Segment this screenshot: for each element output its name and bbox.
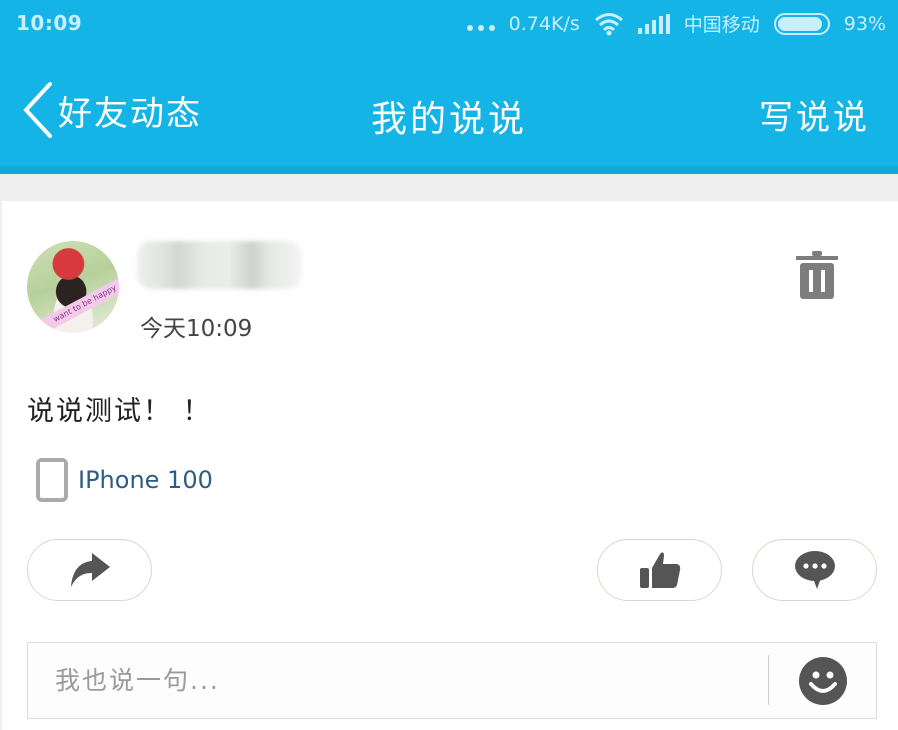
- comment-input[interactable]: [28, 643, 768, 717]
- wifi-icon: [594, 12, 623, 35]
- avatar-caption: want to be happy: [37, 274, 119, 333]
- battery-level: 93%: [843, 12, 886, 35]
- trash-icon: [796, 251, 838, 299]
- avatar[interactable]: want to be happy: [27, 241, 119, 333]
- comment-bubble-icon: [794, 551, 835, 589]
- back-button[interactable]: 好友动态: [20, 80, 202, 140]
- post-content: 说说测试！ ！: [27, 396, 212, 427]
- back-label: 好友动态: [58, 93, 202, 134]
- comment-button[interactable]: [752, 539, 877, 601]
- write-post-button[interactable]: 写说说: [759, 90, 870, 139]
- header-shadow: [0, 166, 898, 174]
- smiley-icon: [799, 657, 847, 705]
- comment-divider: [768, 655, 769, 705]
- signal-icon: [637, 13, 670, 34]
- share-icon: [70, 553, 110, 587]
- like-button[interactable]: [597, 539, 722, 601]
- comment-bar: [27, 642, 877, 719]
- status-time: 10:09: [16, 11, 83, 35]
- post-card: want to be happy 今天10:09 说说测试！ ！ IPhone …: [0, 201, 898, 730]
- device-label[interactable]: IPhone 100: [78, 466, 213, 494]
- more-dots-icon: [466, 13, 495, 35]
- section-divider: [0, 174, 898, 201]
- status-bar: 10:09 0.74K/s 中国移动 93%: [0, 0, 898, 48]
- battery-icon: [773, 12, 830, 35]
- phone-icon: [36, 458, 68, 502]
- navigation-bar: 好友动态 我的说说 写说说: [0, 70, 898, 150]
- app-header: 10:09 0.74K/s 中国移动 93% 好友动态 我的说说 写说说: [0, 0, 898, 174]
- username-blurred: [137, 241, 302, 289]
- thumbs-up-icon: [639, 552, 680, 588]
- emoji-button[interactable]: [798, 656, 848, 706]
- network-speed: 0.74K/s: [508, 12, 580, 35]
- post-timestamp: 今天10:09: [140, 316, 253, 342]
- chevron-left-icon: [23, 82, 52, 138]
- share-button[interactable]: [27, 539, 152, 601]
- delete-button[interactable]: [792, 249, 842, 303]
- carrier-name: 中国移动: [683, 14, 760, 36]
- device-info: IPhone 100: [36, 458, 213, 502]
- status-right: 0.74K/s 中国移动 93%: [466, 10, 886, 37]
